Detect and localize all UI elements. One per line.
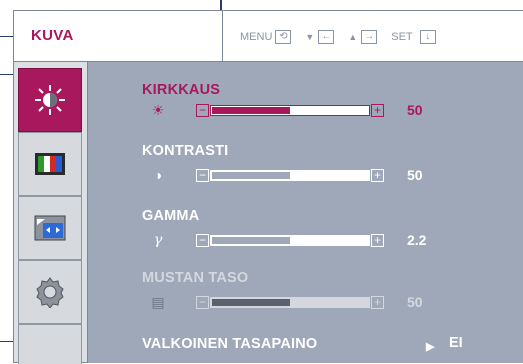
menu-key-icon[interactable]: ⟲ [275, 30, 292, 44]
contrast-fill [212, 171, 290, 179]
key-hints: MENU ⟲ ▼ ← ▲ → SET ↓ [240, 27, 450, 47]
black-level-increase-button: + [371, 295, 384, 309]
leader-line-left-3 [0, 341, 14, 342]
contrast-decrease-button[interactable]: − [196, 168, 209, 182]
screen-adjust-icon [34, 215, 66, 241]
color-bars-icon [35, 153, 65, 175]
contrast-icon: ◑ [153, 167, 163, 183]
gamma-value: 2.2 [407, 232, 427, 248]
brightness-increase-button[interactable]: + [371, 103, 384, 117]
settings-panel: KIRKKAUS ☀ − + 50 KONTRASTI ◑ − + 50 GAM… [88, 62, 523, 363]
category-sidebar [13, 62, 88, 364]
sidebar-item-picture[interactable] [18, 68, 82, 132]
black-level-slider [210, 296, 370, 308]
leader-line-left-2 [0, 74, 14, 75]
black-level-value: 50 [407, 294, 423, 310]
leader-line-left-1 [0, 36, 14, 37]
hint-down: ▼ ← [305, 30, 335, 44]
white-balance-label[interactable]: VALKOINEN TASAPAINO [142, 336, 317, 352]
black-level-decrease-button: − [196, 295, 209, 309]
sidebar-item-setup[interactable] [18, 260, 82, 324]
contrast-increase-button[interactable]: + [371, 168, 384, 182]
gamma-decrease-button[interactable]: − [196, 233, 209, 247]
brightness-icon [35, 85, 65, 115]
brightness-slider-row[interactable]: ☀ − + 50 [142, 101, 423, 119]
gamma-slider-row[interactable]: γ − + 2.2 [142, 231, 427, 249]
hint-menu-label: MENU [240, 31, 273, 43]
up-triangle-icon: ▲ [348, 32, 358, 42]
gamma-icon: γ [153, 232, 163, 248]
white-balance-value[interactable]: EI [449, 335, 463, 351]
black-level-icon: ▤ [151, 293, 165, 310]
brightness-fill [212, 106, 290, 114]
hint-menu: MENU ⟲ [240, 30, 292, 44]
black-level-label: MUSTAN TASO [142, 270, 249, 286]
contrast-slider-row[interactable]: ◑ − + 50 [142, 166, 423, 184]
left-arrow-key-icon[interactable]: ← [318, 30, 335, 44]
right-arrow-key-icon[interactable]: → [361, 30, 378, 44]
brightness-decrease-button[interactable]: − [196, 103, 209, 117]
header-divider [222, 11, 223, 63]
brightness-label: KIRKKAUS [142, 82, 221, 98]
contrast-slider[interactable] [210, 169, 370, 181]
gamma-slider[interactable] [210, 234, 370, 246]
contrast-label: KONTRASTI [142, 143, 229, 159]
sidebar-item-display[interactable] [18, 196, 82, 260]
gamma-label: GAMMA [142, 208, 200, 224]
gamma-increase-button[interactable]: + [371, 233, 384, 247]
brightness-slider[interactable] [210, 104, 370, 116]
set-key-icon[interactable]: ↓ [419, 30, 436, 44]
contrast-value: 50 [407, 167, 423, 183]
brightness-value: 50 [407, 102, 423, 118]
sidebar-item-color[interactable] [18, 132, 82, 196]
gamma-fill [212, 236, 290, 244]
down-triangle-icon: ▼ [305, 32, 315, 42]
hint-set-label: SET [391, 31, 413, 43]
gear-icon [36, 277, 64, 308]
hint-set: SET ↓ [391, 30, 436, 44]
sun-icon: ☀ [151, 101, 165, 118]
black-level-slider-row: ▤ − + 50 [142, 293, 423, 311]
menu-title: KUVA [31, 27, 74, 44]
black-level-fill [212, 298, 290, 306]
osd-header: KUVA MENU ⟲ ▼ ← ▲ → SET ↓ [13, 10, 523, 63]
sidebar-item-empty [18, 324, 82, 364]
play-arrow-icon: ▶ [426, 341, 435, 353]
hint-up: ▲ → [348, 30, 378, 44]
